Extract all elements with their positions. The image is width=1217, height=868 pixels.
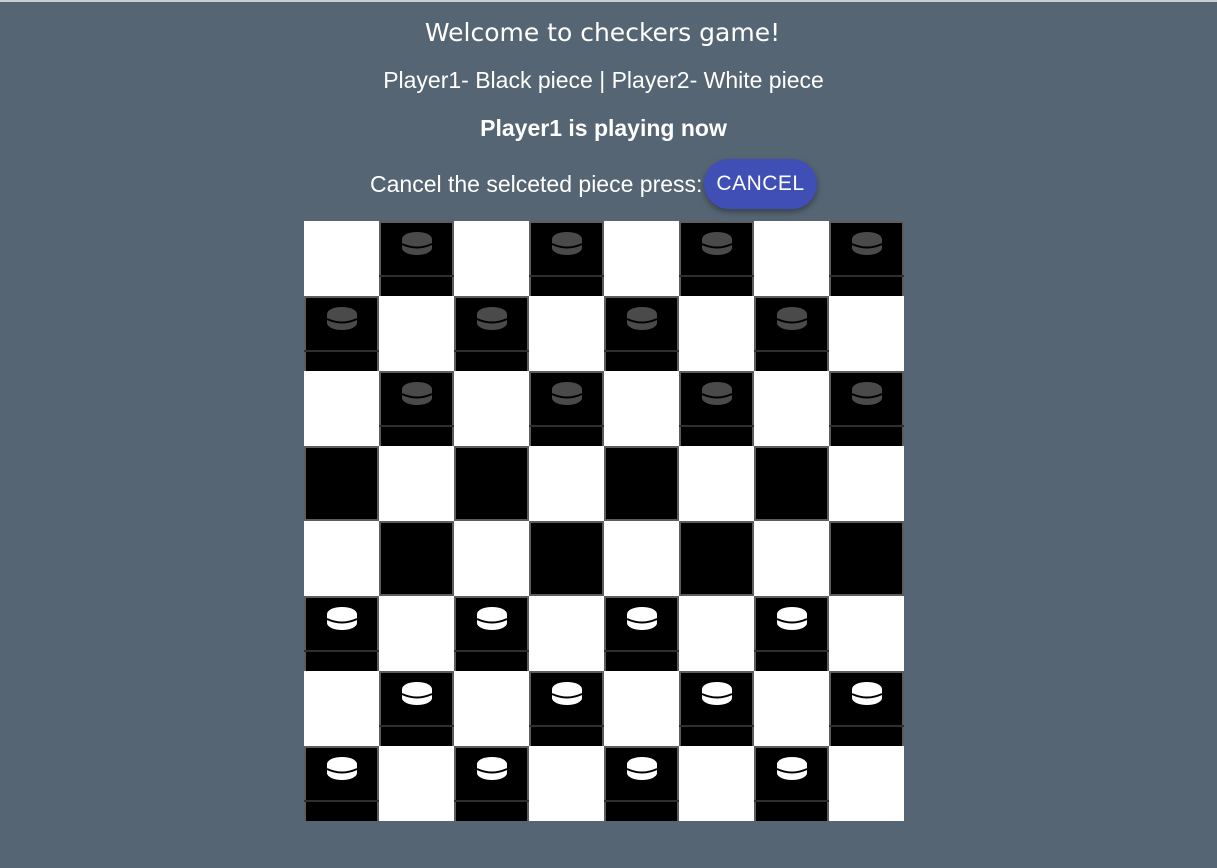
- board-square-r5-c8[interactable]: [829, 521, 904, 596]
- player2-white-piece[interactable]: [325, 603, 359, 633]
- player1-black-piece[interactable]: [700, 378, 734, 408]
- board-square-r1-c7: [754, 221, 829, 296]
- board-square-r8-c2: [379, 746, 454, 821]
- board-square-r5-c7: [754, 521, 829, 596]
- player2-white-piece[interactable]: [775, 753, 809, 783]
- board-square-r5-c2[interactable]: [379, 521, 454, 596]
- board-square-r3-c4[interactable]: [529, 371, 604, 446]
- board-square-r7-c7: [754, 671, 829, 746]
- board-square-r4-c5[interactable]: [604, 446, 679, 521]
- board-square-r4-c7[interactable]: [754, 446, 829, 521]
- player1-black-piece[interactable]: [775, 303, 809, 333]
- board-square-r6-c3[interactable]: [454, 596, 529, 671]
- board-square-r4-c1[interactable]: [304, 446, 379, 521]
- board-square-r8-c1[interactable]: [304, 746, 379, 821]
- board-square-r7-c8[interactable]: [829, 671, 904, 746]
- board-square-r6-c7[interactable]: [754, 596, 829, 671]
- board-square-r8-c6: [679, 746, 754, 821]
- checkers-board: [304, 221, 904, 821]
- board-square-r4-c6: [679, 446, 754, 521]
- board-square-r8-c3[interactable]: [454, 746, 529, 821]
- player2-white-piece[interactable]: [625, 753, 659, 783]
- board-square-r5-c3: [454, 521, 529, 596]
- board-square-r3-c1: [304, 371, 379, 446]
- turn-indicator: Player1 is playing now: [480, 115, 727, 141]
- board-square-r7-c2[interactable]: [379, 671, 454, 746]
- board-square-r2-c7[interactable]: [754, 296, 829, 371]
- board-square-r8-c4: [529, 746, 604, 821]
- board-square-r1-c8[interactable]: [829, 221, 904, 296]
- player1-black-piece[interactable]: [550, 228, 584, 258]
- page-title: Welcome to checkers game!: [424, 18, 781, 47]
- board-square-r4-c4: [529, 446, 604, 521]
- player2-white-piece[interactable]: [475, 753, 509, 783]
- board-square-r2-c6: [679, 296, 754, 371]
- board-square-r8-c8: [829, 746, 904, 821]
- board-square-r1-c4[interactable]: [529, 221, 604, 296]
- player1-black-piece[interactable]: [400, 378, 434, 408]
- cancel-instruction: Cancel the selceted piece press:: [370, 171, 703, 197]
- player1-black-piece[interactable]: [325, 303, 359, 333]
- board-square-r1-c6[interactable]: [679, 221, 754, 296]
- board-square-r1-c1: [304, 221, 379, 296]
- player2-white-piece[interactable]: [400, 678, 434, 708]
- cancel-row: Cancel the selceted piece press: CANCEL: [370, 158, 817, 210]
- cancel-button[interactable]: CANCEL: [704, 159, 817, 209]
- board-square-r4-c8: [829, 446, 904, 521]
- board-square-r6-c8: [829, 596, 904, 671]
- window-top-edge: [0, 0, 1217, 2]
- player1-black-piece[interactable]: [550, 378, 584, 408]
- player2-white-piece[interactable]: [550, 678, 584, 708]
- board-square-r2-c1[interactable]: [304, 296, 379, 371]
- player1-black-piece[interactable]: [475, 303, 509, 333]
- board-square-r7-c5: [604, 671, 679, 746]
- board-square-r3-c2[interactable]: [379, 371, 454, 446]
- board-square-r1-c2[interactable]: [379, 221, 454, 296]
- board-square-r2-c5[interactable]: [604, 296, 679, 371]
- board-square-r2-c3[interactable]: [454, 296, 529, 371]
- board-square-r4-c2: [379, 446, 454, 521]
- player1-black-piece[interactable]: [700, 228, 734, 258]
- board-square-r1-c3: [454, 221, 529, 296]
- board-square-r3-c8[interactable]: [829, 371, 904, 446]
- player2-white-piece[interactable]: [625, 603, 659, 633]
- board-square-r7-c1: [304, 671, 379, 746]
- player1-black-piece[interactable]: [400, 228, 434, 258]
- board-square-r6-c6: [679, 596, 754, 671]
- board-square-r7-c4[interactable]: [529, 671, 604, 746]
- board-square-r1-c5: [604, 221, 679, 296]
- player1-black-piece[interactable]: [625, 303, 659, 333]
- board-square-r8-c7[interactable]: [754, 746, 829, 821]
- board-square-r8-c5[interactable]: [604, 746, 679, 821]
- player1-black-piece[interactable]: [850, 378, 884, 408]
- board-square-r3-c3: [454, 371, 529, 446]
- player2-white-piece[interactable]: [775, 603, 809, 633]
- board-square-r7-c6[interactable]: [679, 671, 754, 746]
- board-square-r6-c1[interactable]: [304, 596, 379, 671]
- board-square-r3-c6[interactable]: [679, 371, 754, 446]
- board-square-r6-c5[interactable]: [604, 596, 679, 671]
- board-square-r4-c3[interactable]: [454, 446, 529, 521]
- player2-white-piece[interactable]: [325, 753, 359, 783]
- board-square-r2-c4: [529, 296, 604, 371]
- board-square-r2-c8: [829, 296, 904, 371]
- player-legend: Player1- Black piece | Player2- White pi…: [383, 67, 824, 93]
- board-square-r2-c2: [379, 296, 454, 371]
- board-square-r6-c2: [379, 596, 454, 671]
- board-square-r5-c6[interactable]: [679, 521, 754, 596]
- player1-black-piece[interactable]: [850, 228, 884, 258]
- player2-white-piece[interactable]: [700, 678, 734, 708]
- board-square-r3-c5: [604, 371, 679, 446]
- player2-white-piece[interactable]: [475, 603, 509, 633]
- board-square-r6-c4: [529, 596, 604, 671]
- player2-white-piece[interactable]: [850, 678, 884, 708]
- board-square-r5-c4[interactable]: [529, 521, 604, 596]
- board-square-r5-c5: [604, 521, 679, 596]
- board-square-r7-c3: [454, 671, 529, 746]
- board-square-r5-c1: [304, 521, 379, 596]
- board-square-r3-c7: [754, 371, 829, 446]
